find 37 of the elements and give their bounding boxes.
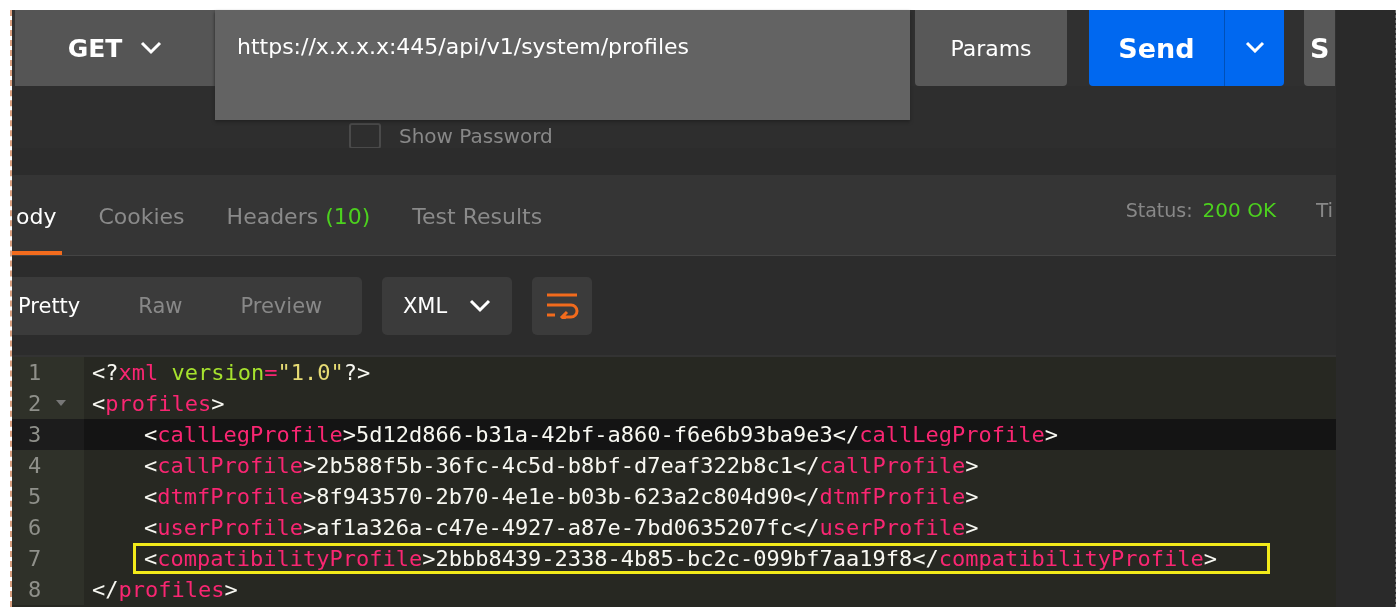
- code-line: <userProfile>af1a326a-c47e-4927-a87e-7bd0635207fc</userProfile>: [143, 514, 980, 542]
- save-button[interactable]: S: [1304, 10, 1335, 86]
- fold-arrow-icon[interactable]: [56, 400, 66, 407]
- code-line: </profiles>: [91, 576, 239, 604]
- status-value: 200 OK: [1202, 198, 1276, 222]
- url-field[interactable]: https://x.x.x.x:445/api/v1/system/profiles: [215, 10, 910, 120]
- format-dropdown[interactable]: XML: [382, 277, 512, 335]
- method-dropdown[interactable]: GET: [15, 10, 215, 86]
- line-number: 6: [28, 515, 43, 540]
- line-number: 5: [28, 484, 43, 509]
- code-line: <?xml version="1.0"?>: [91, 359, 372, 387]
- chevron-down-icon: [140, 41, 163, 55]
- view-mode-tab[interactable]: Preview: [234, 277, 323, 335]
- wrap-lines-icon: [545, 293, 579, 319]
- wrap-lines-button[interactable]: [532, 277, 592, 335]
- response-tab[interactable]: Cookies: [92, 175, 191, 255]
- line-number: 3: [28, 422, 43, 447]
- response-tab[interactable]: Headers (10): [220, 175, 377, 255]
- send-button[interactable]: Send: [1089, 10, 1224, 86]
- code-line: <callProfile>2b588f5b-36fc-4c5d-b8bf-d7eaf322b8c1</callProfile>: [143, 452, 980, 480]
- line-number: 1: [28, 360, 43, 385]
- time-label: Ti: [1316, 198, 1335, 222]
- line-number: 4: [28, 453, 43, 478]
- chevron-down-icon: [1244, 40, 1265, 53]
- line-number: 8: [28, 577, 43, 602]
- status-label: Status:: [1125, 199, 1193, 221]
- params-button[interactable]: Params: [915, 10, 1067, 86]
- response-tab[interactable]: Test Results: [406, 175, 549, 255]
- line-number: 2: [28, 391, 43, 416]
- chevron-down-icon: [469, 299, 492, 313]
- code-line: <profiles>: [91, 390, 226, 418]
- code-line: <callLegProfile>5d12d866-b31a-42bf-a860-f6e6b93ba9e3</callLegProfile>: [143, 421, 1059, 449]
- show-password-label: Show Password: [399, 124, 553, 148]
- code-line: <dtmfProfile>8f943570-2b70-4e1e-b03b-623a2c804d90</dtmfProfile>: [143, 483, 980, 511]
- view-mode-tab[interactable]: Raw: [132, 277, 183, 335]
- view-mode-tab[interactable]: Pretty: [12, 277, 81, 335]
- line-number: 7: [28, 546, 43, 571]
